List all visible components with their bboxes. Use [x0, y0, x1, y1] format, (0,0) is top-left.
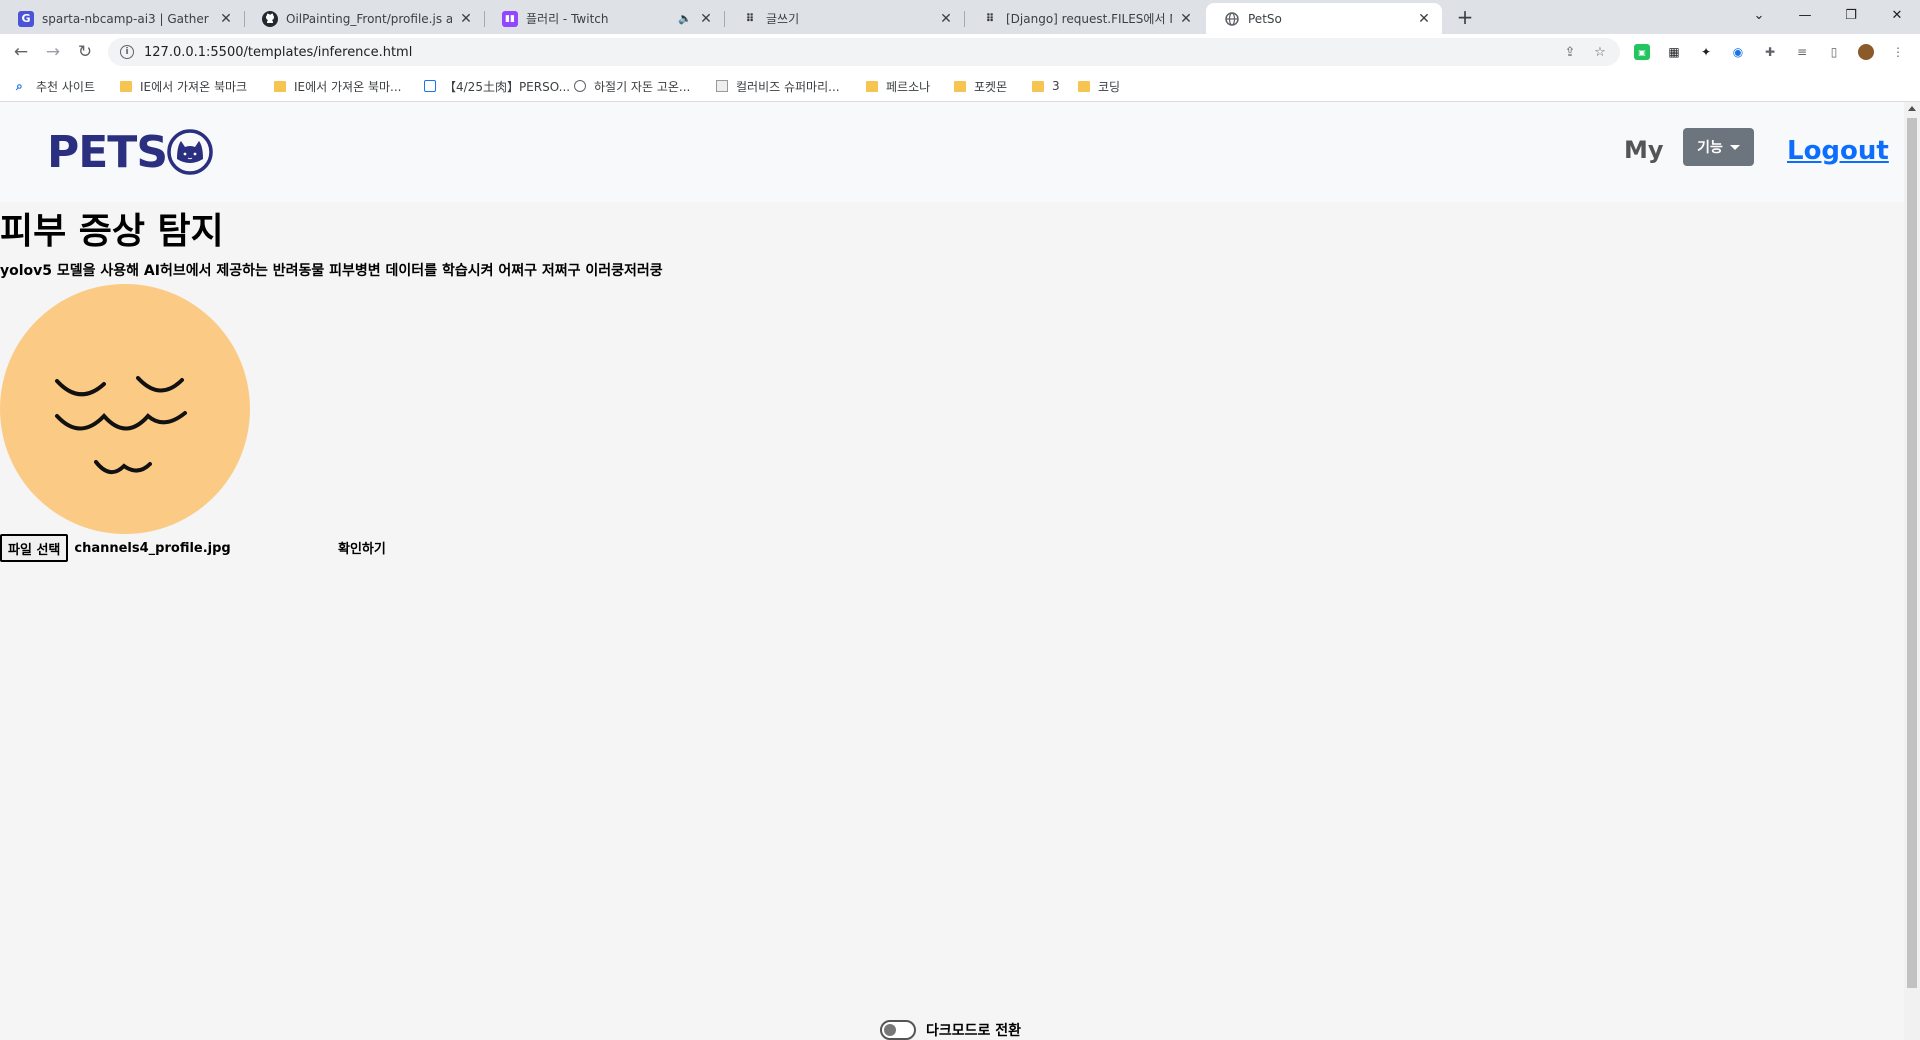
page-viewport: PETS My 기능 Logout 피부 증상 탐지 yolov5 모델을 사용…: [0, 102, 1904, 1040]
caret-down-icon: [1729, 144, 1740, 150]
broken-image-icon: [716, 80, 728, 92]
extension-icon[interactable]: ✦: [1698, 44, 1714, 60]
extension-icon[interactable]: ▣: [1634, 44, 1650, 60]
tab-title: 플러리 - Twitch: [526, 12, 609, 26]
tab-title: 글쓰기: [766, 12, 800, 26]
site-logo[interactable]: PETS: [47, 126, 213, 178]
url-text[interactable]: 127.0.0.1:5500/templates/inference.html: [144, 45, 412, 60]
tab-title: OilPainting_Front/profile.js at ma: [286, 11, 452, 26]
side-panel-icon[interactable]: ▯: [1826, 44, 1842, 60]
media-icon[interactable]: ≡: [1794, 44, 1810, 60]
address-bar[interactable]: i 127.0.0.1:5500/templates/inference.htm…: [108, 38, 1620, 66]
bookmark-item[interactable]: 【4/25土肉】PERSO...: [424, 77, 570, 95]
file-input: 파일 선택 channels4_profile.jpg: [0, 534, 231, 562]
velog-icon: ⠿: [745, 12, 755, 25]
browser-toolbar: ← → ↻ i 127.0.0.1:5500/templates/inferen…: [0, 34, 1920, 70]
avatar[interactable]: [1858, 44, 1874, 60]
bookmark-item[interactable]: 코딩: [1078, 77, 1120, 95]
nav-my-link[interactable]: My: [1624, 136, 1664, 164]
window-close-button[interactable]: ✕: [1874, 0, 1920, 30]
calendar-icon: [424, 80, 436, 92]
bookmark-item[interactable]: 페르소나: [866, 77, 930, 95]
tab-twitch[interactable]: ▮▮ 플러리 - Twitch 🔈 ✕: [484, 3, 724, 34]
info-icon[interactable]: i: [120, 45, 134, 59]
tab-title: PetSo: [1248, 11, 1282, 26]
extension-icon[interactable]: ◉: [1730, 44, 1746, 60]
bookmark-item[interactable]: IE에서 가져온 북마...: [274, 77, 401, 95]
toggle-switch[interactable]: [880, 1020, 916, 1040]
back-icon[interactable]: ←: [10, 41, 32, 63]
speaker-icon[interactable]: 🔈: [678, 12, 692, 25]
bookmark-item[interactable]: IE에서 가져온 북마크: [120, 77, 247, 95]
search-icon: ⌕: [16, 79, 23, 93]
bookmark-item[interactable]: 포켓몬: [954, 77, 1007, 95]
close-icon[interactable]: ✕: [458, 11, 474, 27]
tab-petso[interactable]: PetSo ✕: [1206, 3, 1442, 34]
bookmark-item[interactable]: ⌕ 추천 사이트: [16, 77, 95, 95]
scroll-up-arrow[interactable]: [1908, 106, 1916, 111]
choose-file-button[interactable]: 파일 선택: [0, 534, 69, 562]
folder-icon: [954, 80, 966, 92]
site-navbar: PETS My 기능 Logout: [0, 102, 1904, 202]
image-preview: [0, 284, 250, 534]
logo-text: PETS: [47, 126, 168, 178]
close-icon[interactable]: ✕: [938, 11, 954, 27]
velog-icon: ⠿: [985, 12, 995, 25]
tab-title: sparta-nbcamp-ai3 | Gather: [42, 11, 209, 26]
close-icon[interactable]: ✕: [1416, 11, 1432, 27]
close-icon[interactable]: ✕: [1178, 11, 1194, 27]
tab-search-button[interactable]: ⌄: [1736, 0, 1782, 30]
menu-icon[interactable]: ⋮: [1890, 44, 1906, 60]
function-dropdown-label: 기능: [1697, 140, 1723, 156]
tab-strip: G sparta-nbcamp-ai3 | Gather ✕ OilPainti…: [0, 0, 1920, 34]
folder-icon: [274, 80, 286, 92]
reload-icon[interactable]: ↻: [74, 41, 96, 63]
folder-icon: [1078, 80, 1090, 92]
close-icon[interactable]: ✕: [698, 11, 714, 27]
github-icon: [262, 10, 278, 27]
star-icon[interactable]: ☆: [1592, 44, 1608, 60]
scroll-thumb[interactable]: [1907, 118, 1917, 988]
cat-logo-icon: [167, 129, 213, 175]
bookmark-item[interactable]: 하절기 자돈 고온...: [574, 77, 690, 95]
tab-github[interactable]: OilPainting_Front/profile.js at ma ✕: [244, 3, 484, 34]
new-tab-button[interactable]: +: [1454, 5, 1476, 29]
page-title: 피부 증상 탐지: [0, 211, 224, 252]
twitch-icon: ▮▮: [502, 10, 518, 27]
bookmark-item[interactable]: 컬러비즈 슈퍼마리...: [716, 77, 840, 95]
share-icon[interactable]: ⇪: [1562, 44, 1578, 60]
folder-icon: [120, 80, 132, 92]
extension-icon[interactable]: ▦: [1666, 44, 1682, 60]
globe-icon: [574, 80, 586, 92]
tab-django[interactable]: ⠿ [Django] request.FILES에서 Multi ✕: [964, 3, 1204, 34]
gather-icon: G: [18, 10, 34, 27]
bookmark-item[interactable]: 3: [1032, 77, 1060, 95]
forward-icon[interactable]: →: [42, 41, 64, 63]
selected-file-name: channels4_profile.jpg: [74, 540, 231, 556]
globe-icon: [1224, 11, 1240, 27]
dark-mode-toggle[interactable]: 다크모드로 전환: [880, 1020, 1021, 1040]
minimize-button[interactable]: —: [1782, 0, 1828, 30]
function-dropdown-button[interactable]: 기능: [1683, 128, 1754, 166]
tab-title: [Django] request.FILES에서 Multi: [1006, 12, 1172, 26]
dark-mode-label: 다크모드로 전환: [926, 1023, 1022, 1039]
folder-icon: [1032, 80, 1044, 92]
folder-icon: [866, 80, 878, 92]
tab-gather[interactable]: G sparta-nbcamp-ai3 | Gather ✕: [0, 3, 244, 34]
close-icon[interactable]: ✕: [218, 11, 234, 27]
bookmarks-bar: ⌕ 추천 사이트 IE에서 가져온 북마크 IE에서 가져온 북마... 【4/…: [0, 70, 1920, 102]
tab-write[interactable]: ⠿ 글쓰기 ✕: [724, 3, 964, 34]
puzzle-icon[interactable]: ✚: [1762, 44, 1778, 60]
confirm-button[interactable]: 확인하기: [338, 538, 386, 557]
page-description: yolov5 모델을 사용해 AI허브에서 제공하는 반려동물 피부병변 데이터…: [0, 263, 663, 279]
logout-link[interactable]: Logout: [1787, 136, 1889, 166]
page-scrollbar[interactable]: [1904, 102, 1920, 1040]
restore-button[interactable]: ❐: [1828, 0, 1874, 30]
